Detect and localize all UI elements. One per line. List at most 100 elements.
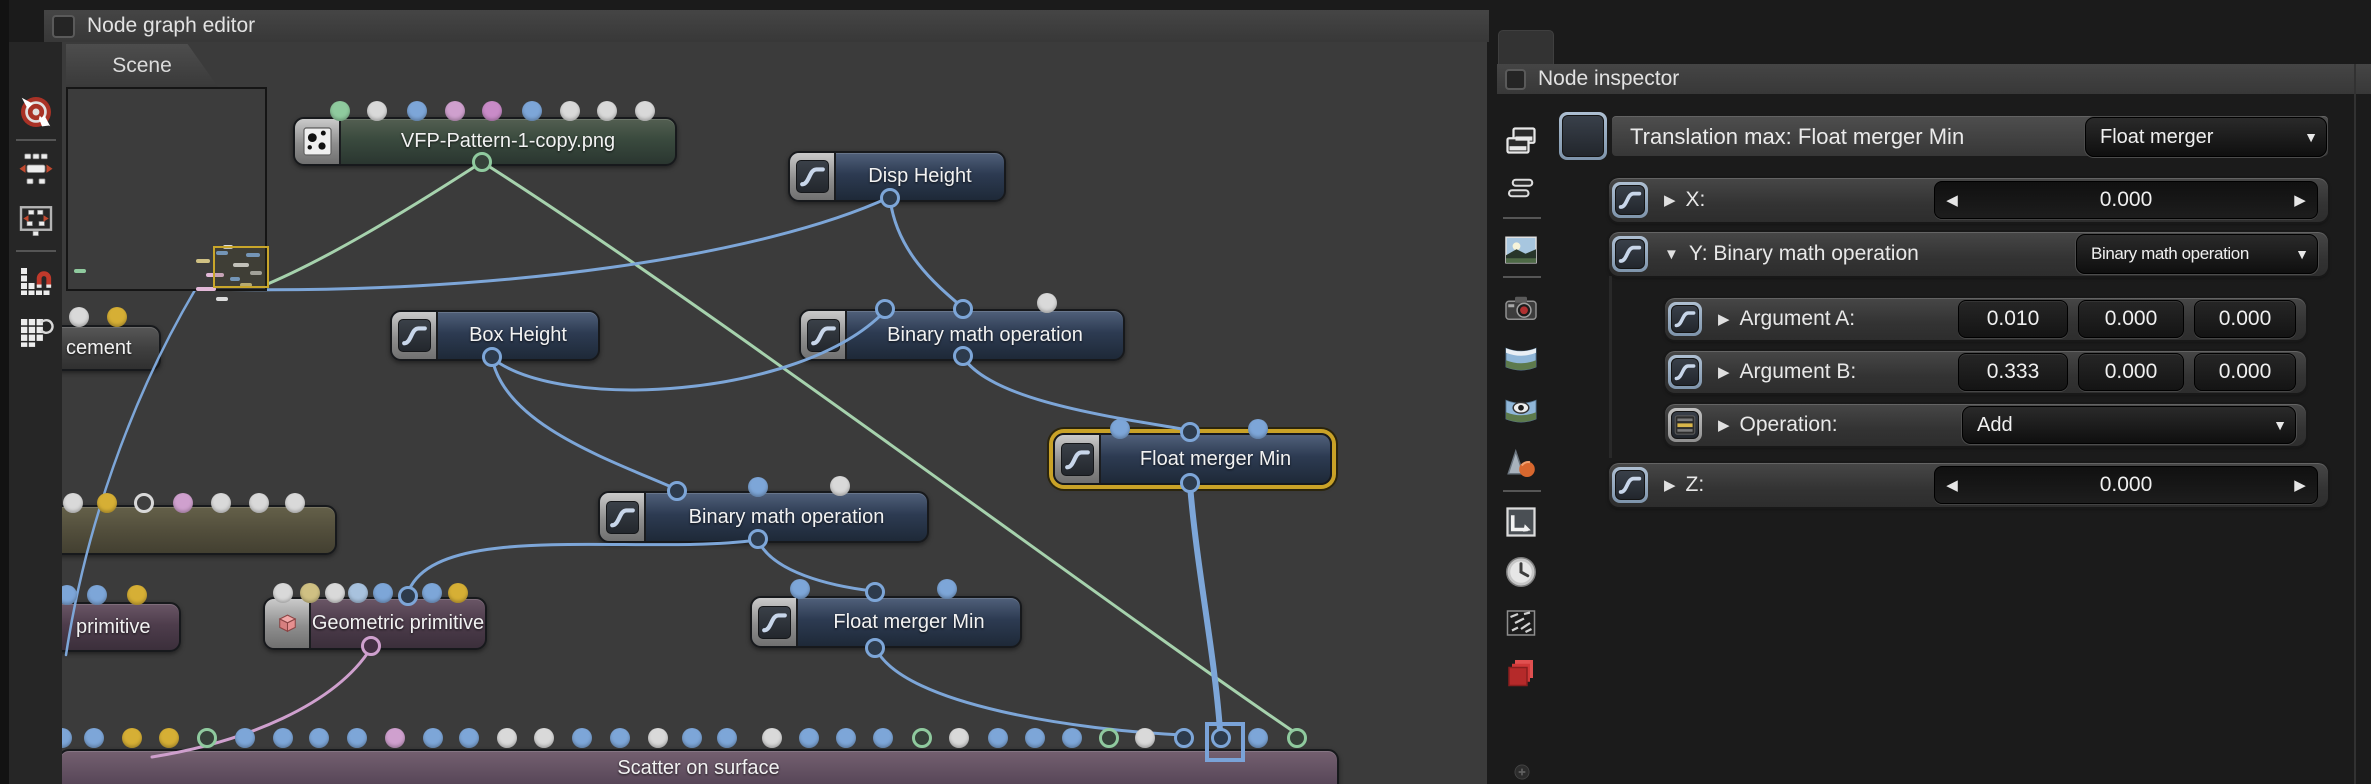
- port-pink[interactable]: [445, 101, 465, 121]
- collapsed-arrow-icon[interactable]: ▶: [1718, 416, 1730, 434]
- port-blue-ring[interactable]: [953, 346, 973, 366]
- port-white[interactable]: [249, 493, 269, 513]
- port-blue-ring[interactable]: [953, 299, 973, 319]
- port-green-ring[interactable]: [912, 728, 932, 748]
- port-blue[interactable]: [84, 728, 104, 748]
- port-white[interactable]: [1037, 293, 1057, 313]
- port-blue-ring[interactable]: [398, 586, 418, 606]
- value-field[interactable]: 0.000: [2194, 300, 2296, 338]
- port-blue[interactable]: [682, 728, 702, 748]
- tab-scene[interactable]: Scene: [66, 44, 218, 87]
- port-blue-ring[interactable]: [880, 188, 900, 208]
- port-green-ring[interactable]: [472, 152, 492, 172]
- port-blue-ring[interactable]: [748, 529, 768, 549]
- port-blue-ring[interactable]: [1180, 473, 1200, 493]
- texture-icon[interactable]: [1501, 605, 1541, 641]
- spinner-value[interactable]: 0.000: [1969, 473, 2283, 497]
- port-white[interactable]: [325, 583, 345, 603]
- minimap[interactable]: [66, 87, 269, 301]
- image-icon[interactable]: [1501, 232, 1541, 268]
- header-node-type-icon[interactable]: [1559, 112, 1607, 160]
- port-tan[interactable]: [300, 583, 320, 603]
- clock-icon[interactable]: [1501, 554, 1541, 590]
- minimap-viewport[interactable]: [213, 246, 269, 288]
- curve-icon-button[interactable]: [1668, 355, 1702, 389]
- port-blue[interactable]: [1248, 728, 1268, 748]
- spinner-value[interactable]: 0.000: [1969, 188, 2283, 212]
- arrange-nodes-icon[interactable]: [18, 151, 54, 187]
- port-white[interactable]: [635, 101, 655, 121]
- port-white[interactable]: [69, 307, 89, 327]
- port-blue[interactable]: [717, 728, 737, 748]
- stack-bars-icon[interactable]: [1501, 170, 1541, 206]
- port-blue[interactable]: [1110, 419, 1130, 439]
- port-blue-ring[interactable]: [482, 347, 502, 367]
- port-white[interactable]: [285, 493, 305, 513]
- port-white[interactable]: [367, 101, 387, 121]
- value-spinner[interactable]: ◀ 0.000 ▶: [1934, 181, 2318, 219]
- port-blue[interactable]: [407, 101, 427, 121]
- port-yellow[interactable]: [97, 493, 117, 513]
- port-blue[interactable]: [572, 728, 592, 748]
- port-white[interactable]: [762, 728, 782, 748]
- inspector-panel-checkbox[interactable]: [1505, 68, 1526, 90]
- curve-icon-button[interactable]: [1612, 182, 1648, 218]
- port-blue[interactable]: [1062, 728, 1082, 748]
- curve-icon-button[interactable]: [1668, 302, 1702, 336]
- port-white-ring[interactable]: [134, 493, 154, 513]
- inspector-top-tab[interactable]: [1498, 30, 1554, 66]
- spinner-left-arrow[interactable]: ◀: [1935, 191, 1969, 209]
- port-white[interactable]: [1135, 728, 1155, 748]
- port-white[interactable]: [830, 476, 850, 496]
- port-yellow[interactable]: [448, 583, 468, 603]
- port-blue[interactable]: [748, 477, 768, 497]
- arrange-frame-icon[interactable]: [18, 202, 54, 238]
- port-pink-ring[interactable]: [361, 636, 381, 656]
- value-field[interactable]: 0.000: [2194, 353, 2296, 391]
- port-blue[interactable]: [423, 728, 443, 748]
- port-white[interactable]: [273, 583, 293, 603]
- node-primitive-partial[interactable]: primitive: [62, 602, 181, 652]
- port-white[interactable]: [648, 728, 668, 748]
- spinner-left-arrow[interactable]: ◀: [1935, 476, 1969, 494]
- node-scatter-on-surface[interactable]: Scatter on surface: [62, 749, 1339, 784]
- panorama-icon[interactable]: [1501, 340, 1541, 376]
- panorama-eye-icon[interactable]: [1501, 392, 1541, 428]
- port-yellow[interactable]: [159, 728, 179, 748]
- port-blue-ring[interactable]: [667, 481, 687, 501]
- port-blue-ring[interactable]: [865, 582, 885, 602]
- value-field[interactable]: 0.333: [1958, 353, 2068, 391]
- port-white[interactable]: [211, 493, 231, 513]
- snap-magnet-icon[interactable]: [18, 262, 54, 298]
- port-yellow[interactable]: [127, 585, 147, 605]
- collapsed-arrow-icon[interactable]: ▶: [1718, 363, 1730, 381]
- port-green-ring[interactable]: [197, 728, 217, 748]
- port-blue-ring[interactable]: [1174, 728, 1194, 748]
- port-blue-ring[interactable]: [875, 299, 895, 319]
- port-blue[interactable]: [988, 728, 1008, 748]
- expanded-arrow-icon[interactable]: ▼: [1664, 246, 1679, 263]
- port-white[interactable]: [497, 728, 517, 748]
- port-blue[interactable]: [273, 728, 293, 748]
- port-blue[interactable]: [836, 728, 856, 748]
- frame-resize-icon[interactable]: [1501, 504, 1541, 540]
- cone-sphere-icon[interactable]: [1501, 446, 1541, 482]
- port-blue[interactable]: [790, 579, 810, 599]
- curve-icon-button[interactable]: [1612, 467, 1648, 503]
- enum-icon-button[interactable]: [1668, 408, 1702, 442]
- plus-icon[interactable]: [1512, 762, 1532, 782]
- port-blue-ring[interactable]: [1180, 422, 1200, 442]
- port-blue[interactable]: [373, 583, 393, 603]
- port-pink[interactable]: [173, 493, 193, 513]
- center-view-icon[interactable]: [18, 94, 54, 130]
- node-float-merger-lower[interactable]: Float merger Min: [750, 596, 1022, 648]
- value-field[interactable]: 0.000: [2078, 300, 2184, 338]
- port-yellow[interactable]: [107, 307, 127, 327]
- port-white[interactable]: [534, 728, 554, 748]
- port-blue[interactable]: [522, 101, 542, 121]
- value-spinner[interactable]: ◀ 0.000 ▶: [1934, 466, 2318, 504]
- camera-icon[interactable]: [1501, 290, 1541, 326]
- stack-panels-icon[interactable]: [1501, 124, 1541, 160]
- port-blue[interactable]: [1025, 728, 1045, 748]
- dropdown[interactable]: Add ▼: [1962, 406, 2296, 444]
